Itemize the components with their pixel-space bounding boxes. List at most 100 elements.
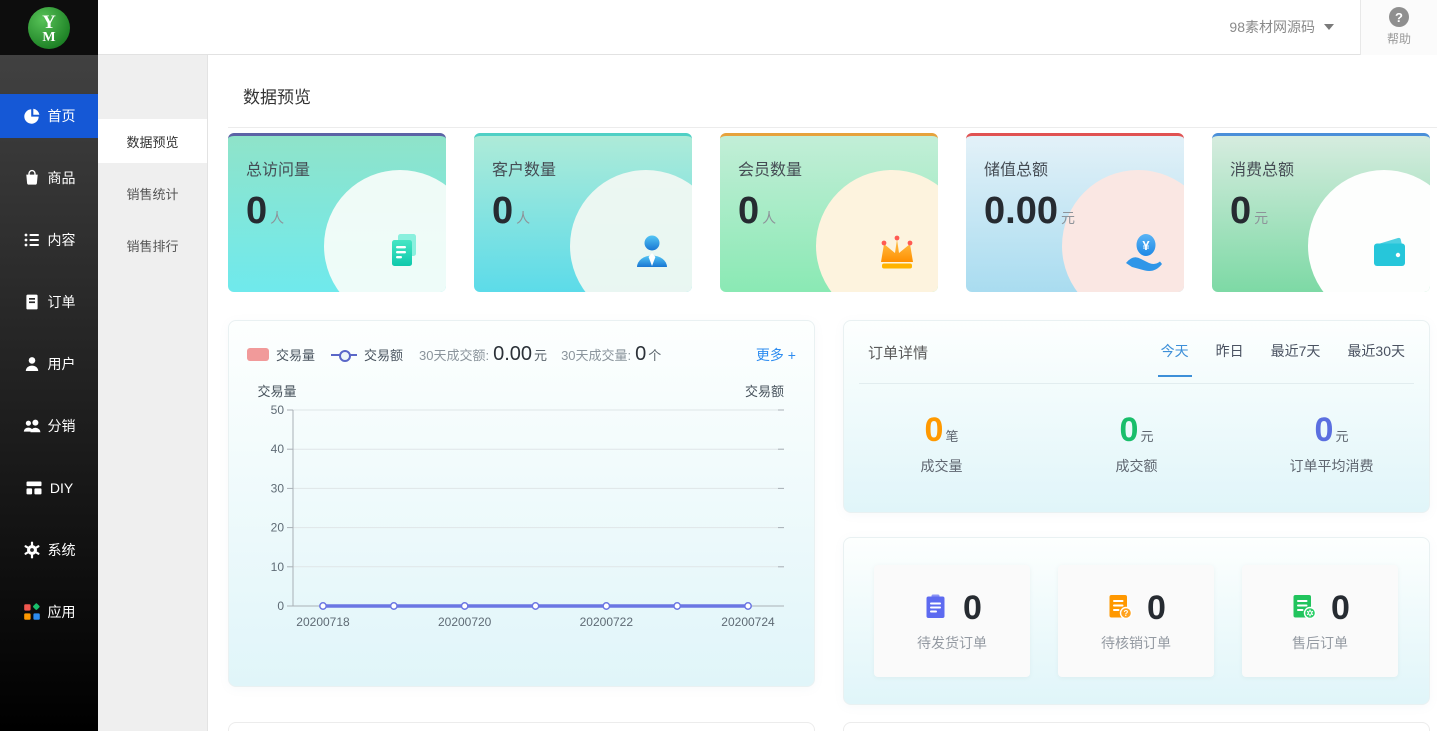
tab-last-7-days[interactable]: 最近7天: [1271, 341, 1321, 363]
stat-card-label: 储值总额: [984, 156, 1184, 180]
stat-value: 0: [1315, 411, 1334, 449]
svg-text:¥: ¥: [1142, 238, 1150, 253]
bottom-row: [228, 722, 1430, 731]
sidebar-item-label: 订单: [48, 292, 76, 312]
sidebar-item-diy[interactable]: DIY: [0, 466, 98, 510]
tab-last-30-days[interactable]: 最近30天: [1347, 341, 1405, 363]
trade-chart-panel: 交易量 交易额 30天成交额:0.00元 30天成交量:0个 更多 + 交易量交…: [228, 320, 815, 687]
stat-unit: 元: [1140, 429, 1153, 444]
pending-verification-card[interactable]: ? 0 待核销订单: [1058, 565, 1214, 677]
verify-order-icon: ?: [1106, 593, 1133, 625]
layout-icon: [25, 479, 43, 497]
stat-card-label: 总访问量: [246, 156, 446, 180]
page-header: 数据预览: [228, 55, 1437, 128]
account-label: 98素材网源码: [1229, 17, 1315, 37]
secondary-sidebar: 数据预览 销售统计 销售排行: [98, 55, 208, 731]
task-value: 0: [963, 589, 982, 628]
stat-card-value: 0: [738, 190, 759, 232]
stat-avg-consumption: 0元 订单平均消费: [1234, 411, 1429, 476]
wallet-icon: [1367, 230, 1413, 279]
stat-card-unit: 元: [1061, 210, 1075, 226]
stat-card-unit: 人: [762, 210, 776, 226]
sidebar-item-system[interactable]: 系统: [0, 528, 98, 572]
bottom-left-panel: [228, 722, 815, 731]
legend-trade-amount[interactable]: 交易额: [331, 345, 403, 364]
tab-yesterday[interactable]: 昨日: [1216, 341, 1244, 363]
stat-card-value: 0: [492, 190, 513, 232]
legend-label: 交易额: [364, 345, 403, 364]
stat-label: 成交量: [844, 456, 1039, 476]
aftersale-order-icon: [1290, 593, 1317, 625]
sidebar-item-orders[interactable]: 订单: [0, 280, 98, 324]
order-detail-panel: 订单详情 今天 昨日 最近7天 最近30天 0笔 成交量 0元: [843, 320, 1430, 513]
pending-shipment-card[interactable]: 0 待发货订单: [874, 565, 1030, 677]
legend-label: 交易量: [276, 345, 315, 364]
help-button[interactable]: ? 帮助: [1360, 0, 1437, 55]
aftersale-order-card[interactable]: 0 售后订单: [1242, 565, 1398, 677]
stat-unit: 笔: [945, 429, 958, 444]
order-detail-title: 订单详情: [868, 342, 928, 363]
sidebar-item-distribution[interactable]: 分销: [0, 404, 98, 448]
sidebar-item-label: 内容: [48, 230, 76, 250]
stat-value: 0: [1120, 411, 1139, 449]
stat-card-unit: 元: [1254, 210, 1268, 226]
stat-unit: 元: [1335, 429, 1348, 444]
stat-deal-count: 0笔 成交量: [844, 411, 1039, 476]
shopping-bag-icon: [23, 169, 41, 187]
stat-card-members: 会员数量 0人: [720, 133, 938, 292]
clipboard-icon: [922, 593, 949, 625]
files-icon: [383, 228, 429, 279]
stat-card-unit: 人: [270, 210, 284, 226]
legend-line-swatch: [331, 348, 357, 361]
sidebar-item-label: 商品: [48, 168, 76, 188]
stat-card-consumption: 消费总额 0元: [1212, 133, 1430, 292]
trade-chart: 交易量交易额0102030405020200718202007202020072…: [229, 366, 814, 647]
page-title: 数据预览: [243, 83, 1437, 108]
svg-text:M: M: [42, 30, 55, 45]
stat-deal-amount: 0元 成交额: [1039, 411, 1234, 476]
distribution-icon: [23, 417, 41, 435]
order-detail-header: 订单详情 今天 昨日 最近7天 最近30天: [859, 321, 1414, 384]
stat-card-customers: 客户数量 0人: [474, 133, 692, 292]
help-label: 帮助: [1387, 30, 1411, 47]
logo[interactable]: Y M: [0, 0, 98, 55]
right-column: 订单详情 今天 昨日 最近7天 最近30天 0笔 成交量 0元: [843, 320, 1430, 705]
sidebar-item-label: 系统: [48, 540, 76, 560]
order-detail-tabs: 今天 昨日 最近7天 最近30天: [1161, 341, 1405, 363]
svg-text:20200718: 20200718: [296, 615, 350, 629]
svg-text:40: 40: [271, 442, 285, 456]
stat-cards-row: 总访问量 0人 客户数量 0人 会员数量 0人 储值总额 0.00元: [228, 133, 1430, 292]
sidebar-item-home[interactable]: 首页: [0, 94, 98, 138]
svg-text:交易量: 交易量: [257, 384, 296, 399]
sidebar-item-users[interactable]: 用户: [0, 342, 98, 386]
legend-trade-volume[interactable]: 交易量: [247, 345, 315, 364]
help-question-icon: ?: [1389, 7, 1409, 27]
svg-text:0: 0: [277, 599, 284, 613]
submenu-item-sales-stats[interactable]: 销售统计: [98, 171, 207, 215]
legend-bar-swatch: [247, 348, 269, 361]
hand-coin-icon: ¥: [1121, 230, 1167, 279]
task-label: 待发货订单: [917, 633, 987, 653]
sidebar-item-label: 首页: [48, 106, 76, 126]
account-dropdown[interactable]: 98素材网源码: [1229, 17, 1334, 37]
svg-text:20200722: 20200722: [580, 615, 634, 629]
stat-card-value: 0: [246, 190, 267, 232]
sidebar-item-apps[interactable]: 应用: [0, 590, 98, 634]
tab-today[interactable]: 今天: [1161, 341, 1189, 363]
chart-header: 交易量 交易额 30天成交额:0.00元 30天成交量:0个 更多 +: [229, 321, 814, 366]
sidebar-item-content[interactable]: 内容: [0, 218, 98, 262]
svg-text:?: ?: [1124, 609, 1129, 618]
sidebar-item-goods[interactable]: 商品: [0, 156, 98, 200]
primary-sidebar: 首页 商品 内容 订单 用户 分销 DIY: [0, 55, 98, 731]
pie-chart-icon: [23, 107, 41, 125]
sidebar-item-label: DIY: [50, 480, 73, 496]
bottom-right-panel: [843, 722, 1430, 731]
more-link[interactable]: 更多 +: [756, 345, 796, 365]
sidebar-item-label: 用户: [48, 354, 76, 374]
submenu-item-data-preview[interactable]: 数据预览: [98, 119, 207, 163]
summary-30d-amount: 30天成交额:0.00元: [419, 343, 547, 366]
svg-text:30: 30: [271, 481, 285, 495]
stat-card-total-visits: 总访问量 0人: [228, 133, 446, 292]
sidebar-item-label: 应用: [48, 602, 76, 622]
submenu-item-sales-ranking[interactable]: 销售排行: [98, 223, 207, 267]
